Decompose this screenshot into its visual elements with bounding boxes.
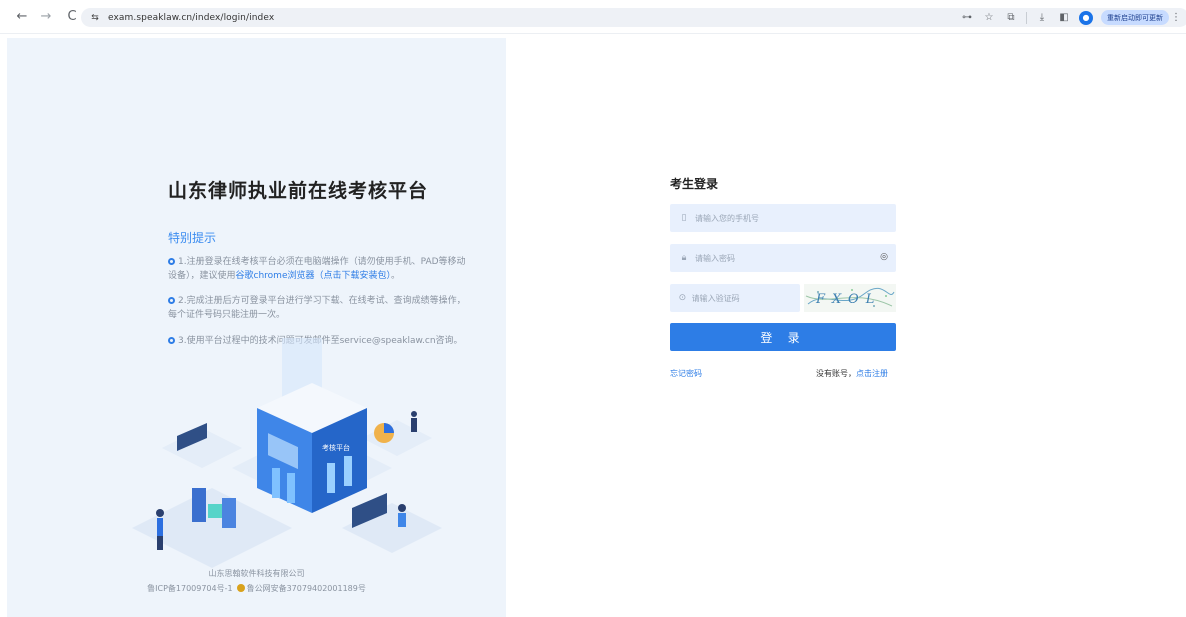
illustration-label: 考核平台 [322,443,350,452]
footer-icp: 鲁ICP备17009704号-1 鲁公网安备37079402001189号 [7,583,506,594]
update-button[interactable]: 重新启动即可更新 [1101,10,1169,25]
hide-password-icon[interactable]: ◎ [880,252,888,262]
phone-field[interactable]: ▯ [670,204,896,232]
toolbar-divider [1026,11,1027,24]
site-info-icon[interactable]: ⇆ [89,12,101,24]
notice-item-1: 1.注册登录在线考核平台必须在电脑端操作（请勿使用手机、PAD等移动设备），建议… [168,255,470,283]
police-record-link[interactable]: 鲁公网安备37079402001189号 [247,584,366,593]
police-badge-icon [236,584,245,592]
notice-2-text: 2.完成注册后方可登录平台进行学习下载、在线考试、查询成绩等操作，每个证件号码只… [168,296,466,320]
profile-avatar-icon[interactable]: ● [1079,10,1093,25]
url-text[interactable]: exam.speaklaw.cn/index/login/index [108,13,274,23]
notice-1-end: 。 [390,271,400,281]
bullet-icon [168,297,175,304]
icp-link[interactable]: 鲁ICP备17009704号-1 [147,584,232,593]
extensions-icon[interactable]: ⧉ [1000,8,1022,27]
footer-company: 山东思翰软件科技有限公司 [208,569,305,578]
lock-icon: 🔒︎ [681,253,687,263]
captcha-field[interactable]: ⊙ [670,284,800,312]
platform-illustration: 考核平台 [132,338,442,568]
no-account-text: 没有账号， [816,369,856,378]
sidepanel-icon[interactable]: ◧ [1053,8,1075,27]
captcha-input[interactable] [691,293,800,303]
password-input[interactable] [695,253,845,263]
phone-icon: ▯ [681,213,687,223]
toolbar-actions: ⊶ ☆ ⧉ ⤓ ◧ ● 重新启动即可更新 ⋮ [956,8,1181,27]
captcha-image[interactable]: FXOL [804,284,896,312]
address-bar[interactable]: ⇆ exam.speaklaw.cn/index/login/index ⊶ ☆… [81,8,1186,27]
notice-item-2: 2.完成注册后方可登录平台进行学习下载、在线考试、查询成绩等操作，每个证件号码只… [168,294,470,322]
bullet-icon [168,258,175,265]
login-title: 考生登录 [670,177,719,191]
key-icon[interactable]: ⊶ [956,8,978,27]
browser-toolbar: ← → C ⇆ exam.speaklaw.cn/index/login/ind… [0,0,1186,34]
login-button[interactable]: 登 录 [670,323,896,351]
forward-icon[interactable]: → [36,7,56,27]
chrome-download-link[interactable]: 谷歌chrome浏览器（点击下载安装包） [236,271,391,281]
captcha-text: FXOL [815,292,881,307]
site-title: 山东律师执业前在线考核平台 [168,180,429,202]
register-link[interactable]: 点击注册 [856,369,888,378]
menu-icon[interactable]: ⋮ [1171,12,1181,23]
forgot-password-link[interactable]: 忘记密码 [670,368,702,379]
info-panel: 山东律师执业前在线考核平台 特别提示 1.注册登录在线考核平台必须在电脑端操作（… [7,38,506,617]
shield-check-icon: ⊙ [678,293,687,303]
back-icon[interactable]: ← [12,7,32,27]
password-field[interactable]: 🔒︎ ◎ [670,244,896,272]
register-prompt: 没有账号，点击注册 [816,368,888,379]
star-icon[interactable]: ☆ [978,8,1000,27]
reload-icon[interactable]: C [62,7,82,27]
phone-input[interactable] [695,213,845,223]
download-icon[interactable]: ⤓ [1031,8,1053,27]
notice-title: 特别提示 [168,231,217,245]
